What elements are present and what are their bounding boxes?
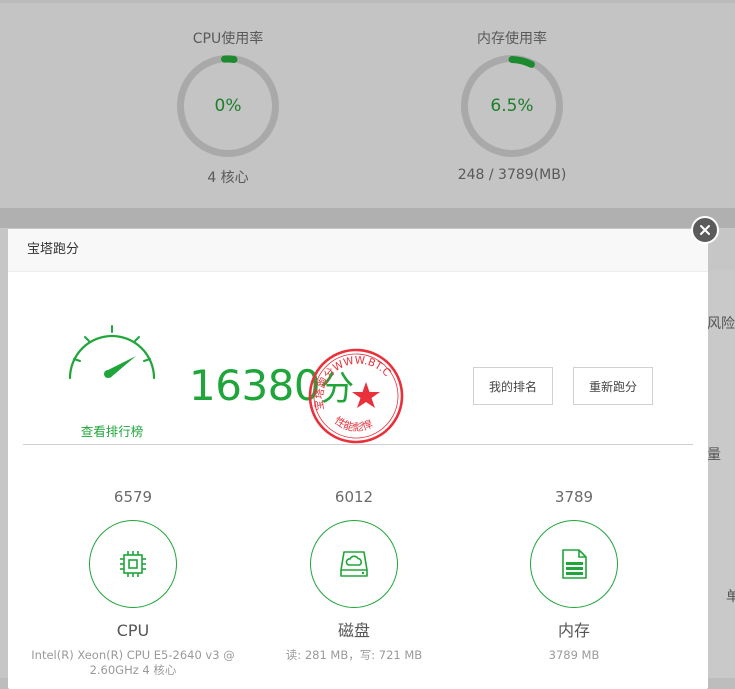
my-rank-button[interactable]: 我的排名 (473, 367, 553, 405)
amount-label: 量 (707, 447, 721, 463)
view-ranking-link[interactable]: 查看排行榜 (56, 421, 168, 440)
svg-text:性能彪悍: 性能彪悍 (332, 414, 375, 434)
memory-gauge-value: 6.5% (490, 96, 534, 116)
disk-score: 6012 (334, 488, 374, 506)
cpu-chip-icon (120, 551, 146, 577)
modal-title: 宝塔跑分 (8, 229, 708, 272)
performance-stamp: 宝塔跑分WWW.BT.CN 性能彪悍 (304, 344, 404, 444)
memory-label: 内存 (557, 621, 590, 640)
score-summary: 查看排行榜 16380分 宝塔跑分WWW.BT.CN 性能彪悍 我的排名 重新跑… (8, 271, 708, 444)
disk-icon-circle (310, 520, 398, 608)
memory-usage-detail: 248 / 3789(MB) (457, 167, 567, 183)
cpu-usage-gauge[interactable]: CPU使用率 0% 4 核心 (128, 29, 328, 187)
memory-gauge-title: 内存使用率 (477, 31, 547, 47)
cpu-detail: Intel(R) Xeon(R) CPU E5-2640 v3 @ 2.60GH… (31, 648, 235, 677)
close-icon (700, 225, 710, 235)
stamp-bottom-text: 性能彪悍 (332, 414, 375, 434)
speedometer-icon[interactable] (62, 316, 162, 396)
cpu-icon-circle (89, 520, 177, 608)
memory-score: 3789 (554, 488, 594, 506)
total-score-value: 16380 (189, 361, 321, 410)
memory-usage-gauge[interactable]: 内存使用率 6.5% 248 / 3789(MB) (412, 29, 612, 183)
cpu-gauge-ring: 0% (177, 55, 279, 157)
close-button[interactable] (691, 216, 719, 244)
disk-cloud-icon (340, 551, 368, 577)
cpu-gauge-value: 0% (214, 96, 242, 116)
section-divider (23, 444, 693, 445)
memory-icon-circle (530, 520, 618, 608)
disk-label: 磁盘 (337, 621, 370, 640)
cpu-metric: 6579 CPU Intel(R) Xeon(R) CPU E5-2640 v3… (23, 487, 243, 678)
cpu-score: 6579 (113, 488, 153, 506)
cpu-core-count: 4 核心 (207, 170, 249, 186)
unit-label: 单 (726, 589, 735, 605)
section-separator (0, 208, 735, 228)
memory-metric: 3789 内存 3789 MB (464, 487, 684, 663)
cpu-gauge-title: CPU使用率 (192, 31, 264, 47)
rerun-benchmark-button[interactable]: 重新跑分 (573, 367, 653, 405)
memory-doc-icon (562, 549, 587, 579)
memory-detail: 3789 MB (548, 648, 600, 662)
memory-gauge-ring: 6.5% (461, 55, 563, 157)
top-border (0, 0, 735, 3)
benchmark-modal: 宝塔跑分 查看排行榜 16380分 宝塔跑分WWW.BT.CN 性能彪悍 我的排… (8, 229, 708, 689)
dashboard-status-panel (0, 0, 735, 208)
disk-detail: 读: 281 MB，写: 721 MB (285, 648, 423, 662)
disk-metric: 6012 磁盘 读: 281 MB，写: 721 MB (244, 487, 464, 663)
risk-label: 风险 (707, 316, 735, 332)
cpu-label: CPU (116, 621, 150, 640)
